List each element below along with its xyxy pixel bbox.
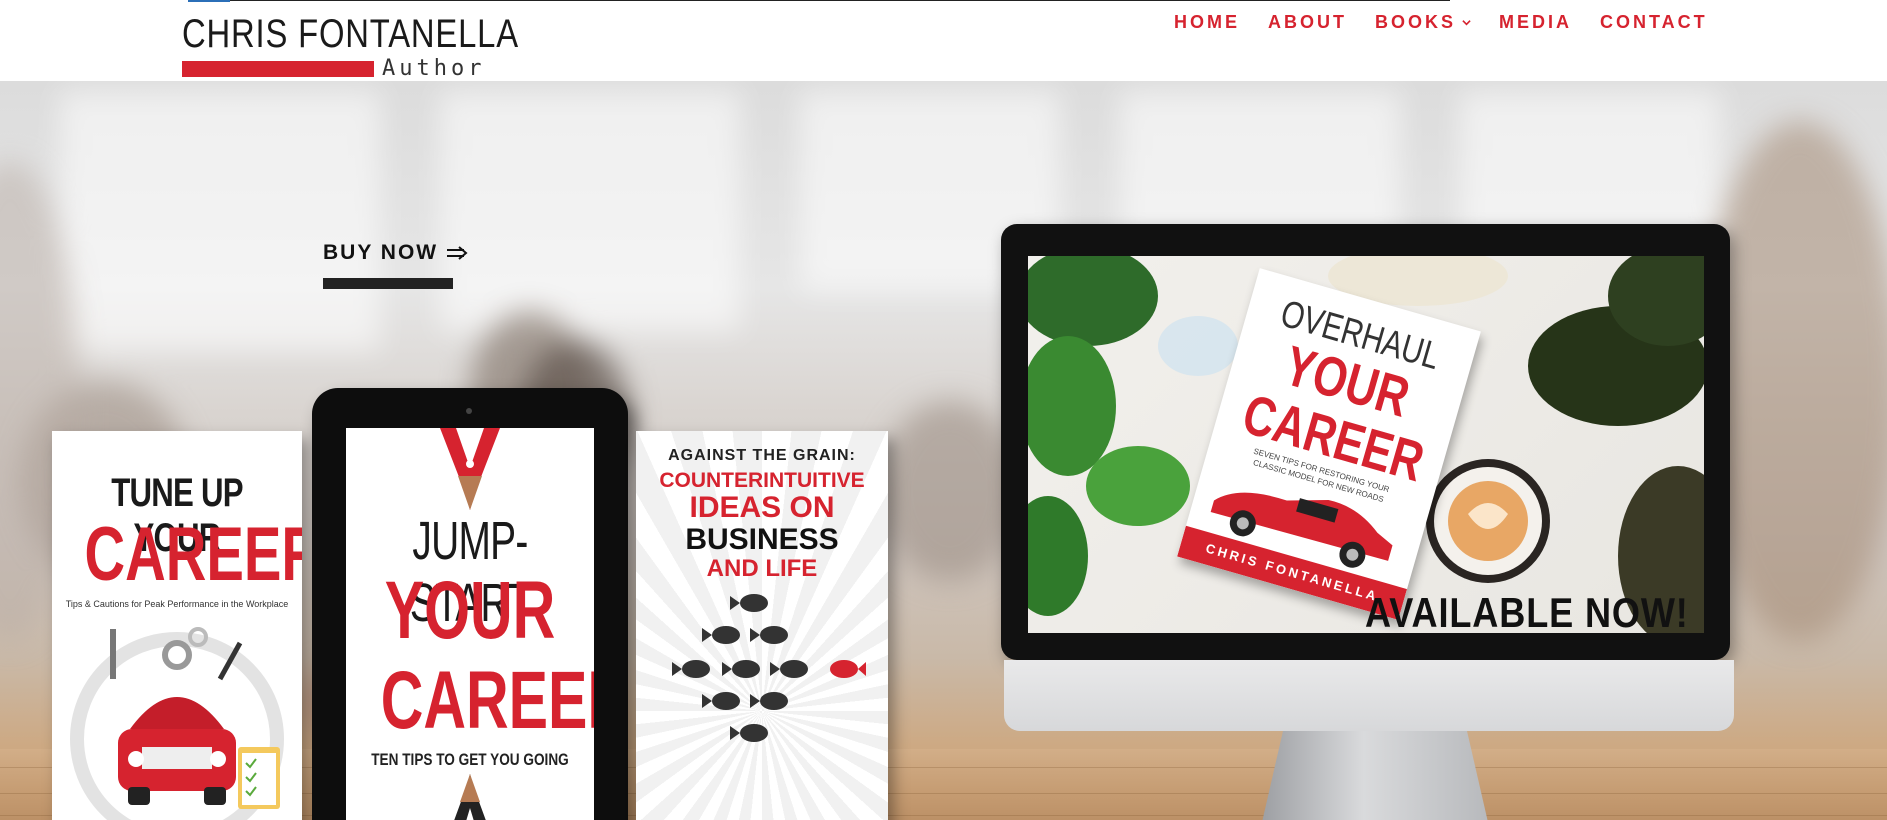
book-title-line2: CAREER	[84, 512, 303, 597]
logo-red-bar	[182, 61, 374, 77]
book-title-line3: CAREER	[380, 655, 594, 746]
monitor-screen: OVERHAUL YOUR CAREER SEVEN TIPS FOR REST…	[1028, 256, 1704, 633]
arrow-right-icon	[447, 246, 468, 260]
book-title-line5: AND LIFE	[706, 555, 818, 582]
nav-contact-label: CONTACT	[1600, 12, 1708, 32]
book-title-line1: AGAINST THE GRAIN:	[668, 447, 856, 464]
nav-about-label: ABOUT	[1268, 12, 1347, 32]
tablet-device: JUMP-START YOUR CAREER TEN TIPS TO GET Y…	[312, 388, 628, 820]
fish-school-illustration	[672, 594, 866, 742]
book-tune-up-your-career[interactable]: TUNE UP YOUR CAREER Tips & Cautions for …	[52, 431, 302, 820]
car-engine-illustration	[70, 627, 284, 820]
book-jump-start-your-career[interactable]: JUMP-START YOUR CAREER TEN TIPS TO GET Y…	[346, 428, 594, 820]
nav-media[interactable]: MEDIA	[1499, 12, 1572, 33]
main-nav: HOME ABOUT BOOKS MEDIA CONTACT	[1174, 12, 1736, 33]
logo-subtitle: Author	[382, 56, 486, 81]
header-accent-line	[188, 0, 230, 2]
monitor-stand	[1260, 731, 1490, 820]
buy-now-label: BUY NOW	[323, 241, 439, 264]
nav-home-label: HOME	[1174, 12, 1240, 32]
monitor-chin	[1004, 660, 1734, 731]
site-logo[interactable]: CHRIS FONTANELLA Author	[182, 10, 518, 82]
book-title-line3: IDEAS ON	[689, 491, 835, 524]
site-header: CHRIS FONTANELLA Author HOME ABOUT BOOKS…	[0, 0, 1887, 81]
available-now-banner: AVAILABLE NOW!	[1365, 589, 1689, 636]
buy-now-underline	[323, 278, 453, 289]
nav-home[interactable]: HOME	[1174, 12, 1240, 33]
hero-section: BUY NOW TUNE UP YOUR CAREER Tips & Cauti…	[0, 81, 1887, 820]
buy-now-button[interactable]: BUY NOW	[323, 241, 468, 265]
book-against-the-grain[interactable]: AGAINST THE GRAIN: COUNTERINTUITIVE IDEA…	[636, 431, 888, 820]
book-tagline: Tips & Cautions for Peak Performance in …	[65, 599, 289, 609]
nav-media-label: MEDIA	[1499, 12, 1573, 32]
logo-name: CHRIS FONTANELLA	[182, 12, 519, 56]
header-divider	[230, 0, 1450, 1]
book-title-line2: COUNTERINTUITIVE	[659, 469, 865, 492]
jumper-cable-clamp-bottom	[454, 774, 486, 820]
book-title-line4: BUSINESS	[685, 523, 839, 556]
jumper-cable-clamp-top	[440, 428, 500, 510]
nav-books-label: BOOKS	[1375, 12, 1457, 32]
book-title-line2: YOUR	[384, 565, 556, 656]
nav-about[interactable]: ABOUT	[1268, 12, 1347, 33]
chevron-down-icon	[1462, 20, 1471, 26]
tablet-camera	[466, 408, 472, 414]
nav-contact[interactable]: CONTACT	[1600, 12, 1708, 33]
nav-books[interactable]: BOOKS	[1375, 12, 1471, 33]
book-tagline: TEN TIPS TO GET YOU GOING	[371, 750, 569, 769]
